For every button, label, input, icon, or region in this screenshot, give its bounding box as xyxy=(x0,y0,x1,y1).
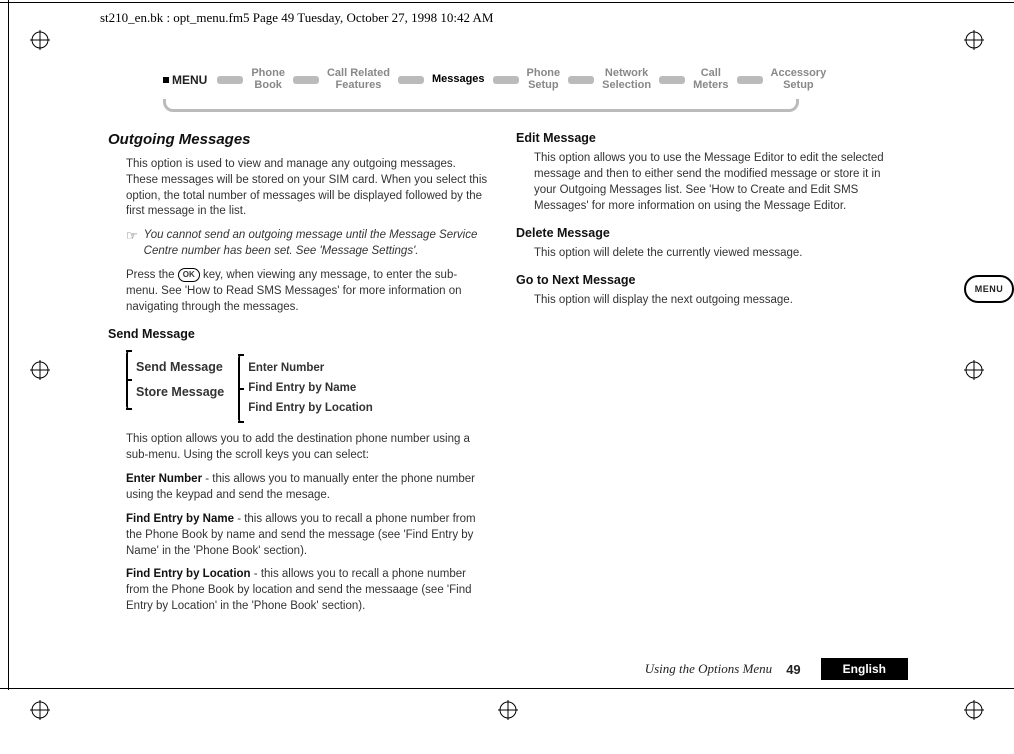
heading-send-message: Send Message xyxy=(108,326,488,343)
enter-number-desc: Enter Number - this allows you to manual… xyxy=(126,472,488,504)
diagram-item-store-message: Store Message xyxy=(136,380,224,405)
frame-line-bottom xyxy=(0,688,1014,689)
nav-sep xyxy=(293,76,319,84)
edit-message-text: This option allows you to use the Messag… xyxy=(534,151,896,214)
menu-breadcrumb: MENU Phone Book Call Related Features Me… xyxy=(163,68,908,91)
diagram-item-enter-number: Enter Number xyxy=(248,359,373,379)
crop-mark-mr xyxy=(964,360,984,380)
hand-pointing-icon: ☞ xyxy=(126,228,138,260)
crop-mark-tr xyxy=(964,30,984,50)
nav-item-accessory-setup: Accessory Setup xyxy=(769,68,829,91)
note-text: You cannot send an outgoing message unti… xyxy=(144,228,488,260)
heading-go-to-next: Go to Next Message xyxy=(516,272,896,289)
diagram-item-find-by-location: Find Entry by Location xyxy=(248,399,373,419)
menu-side-tab-icon: MENU xyxy=(964,275,1014,303)
crop-mark-br xyxy=(964,700,984,720)
menu-bullet-icon xyxy=(163,77,169,83)
frame-line-left xyxy=(8,0,9,690)
nav-item-call-related: Call Related Features xyxy=(325,68,392,91)
page-footer: Using the Options Menu 49 English xyxy=(108,658,908,680)
diagram-left-bracket: Send Message Store Message xyxy=(126,351,224,410)
nav-item-phone-setup: Phone Setup xyxy=(525,68,563,91)
outgoing-intro-text: This option is used to view and manage a… xyxy=(126,157,488,220)
print-header: st210_en.bk : opt_menu.fm5 Page 49 Tuesd… xyxy=(100,10,493,26)
send-message-diagram: Send Message Store Message Enter Number … xyxy=(126,351,488,423)
enter-number-label: Enter Number xyxy=(126,473,202,485)
nav-sep xyxy=(398,76,424,84)
nav-item-phone-book: Phone Book xyxy=(249,68,287,91)
nav-item-call-meters: Call Meters xyxy=(691,68,730,91)
heading-delete-message: Delete Message xyxy=(516,225,896,242)
ok-key-icon: OK xyxy=(178,268,200,282)
nav-underline xyxy=(163,99,799,112)
diagram-right-bracket: Enter Number Find Entry by Name Find Ent… xyxy=(238,355,373,423)
nav-item-messages: Messages xyxy=(430,74,487,86)
nav-sep xyxy=(568,76,594,84)
menu-side-tab-label: MENU xyxy=(975,284,1004,294)
nav-sep xyxy=(659,76,685,84)
diagram-item-send-message: Send Message xyxy=(136,355,224,380)
find-by-location-desc: Find Entry by Location - this allows you… xyxy=(126,567,488,615)
crop-mark-bl xyxy=(30,700,50,720)
frame-line-top xyxy=(0,2,1014,3)
send-message-intro: This option allows you to add the destin… xyxy=(126,432,488,464)
find-by-location-label: Find Entry by Location xyxy=(126,568,251,580)
note-service-centre: ☞ You cannot send an outgoing message un… xyxy=(126,228,488,260)
text-fragment: Press the xyxy=(126,269,178,281)
crop-mark-ml xyxy=(30,360,50,380)
heading-outgoing-messages: Outgoing Messages xyxy=(108,130,488,151)
find-by-name-desc: Find Entry by Name - this allows you to … xyxy=(126,512,488,560)
press-ok-text: Press the OK key, when viewing any messa… xyxy=(126,268,488,316)
go-to-next-text: This option will display the next outgoi… xyxy=(534,293,896,309)
footer-page-number: 49 xyxy=(786,662,800,677)
crop-mark-tl xyxy=(30,30,50,50)
column-left: Outgoing Messages This option is used to… xyxy=(108,130,488,623)
diagram-item-find-by-name: Find Entry by Name xyxy=(248,379,373,399)
find-by-name-label: Find Entry by Name xyxy=(126,513,234,525)
nav-item-network-selection: Network Selection xyxy=(600,68,653,91)
footer-section-title: Using the Options Menu xyxy=(645,661,772,677)
heading-edit-message: Edit Message xyxy=(516,130,896,147)
crop-mark-bm xyxy=(498,700,518,720)
menu-root-label: MENU xyxy=(163,73,211,87)
nav-sep xyxy=(217,76,243,84)
column-right: Edit Message This option allows you to u… xyxy=(516,130,896,623)
nav-sep xyxy=(493,76,519,84)
nav-sep xyxy=(737,76,763,84)
footer-language-tab: English xyxy=(821,658,908,680)
menu-root-text: MENU xyxy=(172,73,207,87)
delete-message-text: This option will delete the currently vi… xyxy=(534,246,896,262)
